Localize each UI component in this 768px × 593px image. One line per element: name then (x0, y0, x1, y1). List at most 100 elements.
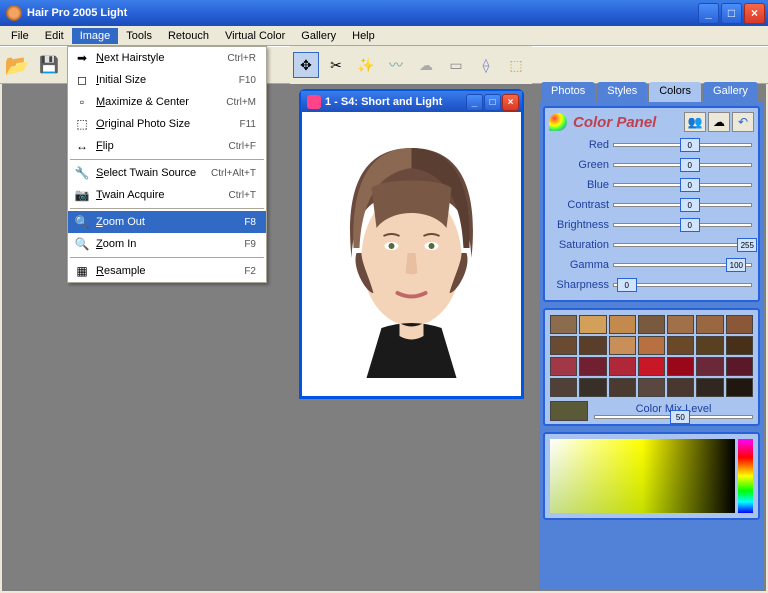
slider-label: Brightness (549, 219, 613, 231)
menu-item-select-twain-source[interactable]: 🔧Select Twain SourceCtrl+Alt+T (68, 162, 266, 184)
child-close-button[interactable]: × (502, 94, 519, 111)
menu-item-zoom-in[interactable]: 🔍Zoom InF9 (68, 233, 266, 255)
cloud-tool-button[interactable]: ☁ (413, 52, 439, 78)
gradient-box (543, 432, 760, 520)
menu-virtual-color[interactable]: Virtual Color (217, 28, 293, 44)
menu-item-next-hairstyle[interactable]: ➡Next HairstyleCtrl+R (68, 47, 266, 69)
slider-thumb[interactable]: 0 (680, 198, 700, 212)
color-swatch[interactable] (550, 336, 577, 355)
menu-item-label: Initial Size (96, 74, 239, 86)
save-button[interactable]: 💾 (35, 51, 63, 79)
menu-tools[interactable]: Tools (118, 28, 160, 44)
color-swatch[interactable] (550, 315, 577, 334)
slider-thumb[interactable]: 0 (680, 158, 700, 172)
color-swatch[interactable] (550, 378, 577, 397)
slider-thumb[interactable]: 255 (737, 238, 757, 252)
child-window[interactable]: 1 - S4: Short and Light _ □ × (299, 89, 524, 399)
color-gradient-picker[interactable] (550, 439, 735, 513)
color-swatch[interactable] (696, 315, 723, 334)
close-button[interactable]: × (744, 3, 765, 24)
menu-item-flip[interactable]: ↔FlipCtrl+F (68, 135, 266, 157)
slider-thumb[interactable]: 100 (726, 258, 746, 272)
color-swatch[interactable] (638, 315, 665, 334)
color-swatch[interactable] (609, 357, 636, 376)
child-maximize-button[interactable]: □ (484, 94, 501, 111)
undo-button[interactable]: ↶ (732, 112, 754, 132)
minimize-button[interactable]: _ (698, 3, 719, 24)
adjust-tool-button[interactable]: ⟠ (473, 52, 499, 78)
color-swatch[interactable] (726, 378, 753, 397)
mix-slider[interactable]: 50 (594, 415, 753, 419)
toggle-button-2[interactable]: ☁ (708, 112, 730, 132)
cut-tool-button[interactable]: ✂ (323, 52, 349, 78)
move-tool-button[interactable]: ✥ (293, 52, 319, 78)
slider-thumb[interactable]: 0 (680, 138, 700, 152)
select-tool-button[interactable]: ⬚ (503, 52, 529, 78)
color-swatch[interactable] (609, 336, 636, 355)
slider-brightness[interactable]: 0 (613, 223, 752, 227)
menu-edit[interactable]: Edit (37, 28, 72, 44)
color-swatch[interactable] (667, 357, 694, 376)
color-swatch[interactable] (638, 378, 665, 397)
slider-thumb[interactable]: 0 (680, 178, 700, 192)
color-swatch[interactable] (667, 378, 694, 397)
lasso-tool-button[interactable]: 〰 (383, 52, 409, 78)
menu-item-zoom-out[interactable]: 🔍Zoom OutF8 (68, 211, 266, 233)
menu-item-resample[interactable]: ▦ResampleF2 (68, 260, 266, 282)
wand-tool-button[interactable]: ✨ (353, 52, 379, 78)
menu-item-shortcut: F2 (244, 266, 262, 277)
slider-gamma[interactable]: 100 (613, 263, 752, 267)
menu-item-original-photo-size[interactable]: ⬚Original Photo SizeF11 (68, 113, 266, 135)
color-swatch[interactable] (550, 357, 577, 376)
menu-gallery[interactable]: Gallery (293, 28, 344, 44)
tab-colors[interactable]: Colors (649, 82, 701, 102)
tab-gallery[interactable]: Gallery (703, 82, 758, 102)
color-swatch[interactable] (638, 357, 665, 376)
rect-tool-button[interactable]: ▭ (443, 52, 469, 78)
slider-contrast[interactable]: 0 (613, 203, 752, 207)
color-swatch[interactable] (696, 378, 723, 397)
slider-blue[interactable]: 0 (613, 183, 752, 187)
child-titlebar[interactable]: 1 - S4: Short and Light _ □ × (301, 91, 522, 113)
menu-image[interactable]: Image (72, 28, 119, 44)
color-swatch[interactable] (579, 378, 606, 397)
slider-row-blue: Blue0 (549, 176, 754, 194)
menu-item-twain-acquire[interactable]: 📷Twain AcquireCtrl+T (68, 184, 266, 206)
swatch-grid (550, 315, 753, 397)
slider-thumb[interactable]: 0 (680, 218, 700, 232)
toggle-button-1[interactable]: 👥 (684, 112, 706, 132)
slider-thumb[interactable]: 0 (617, 278, 637, 292)
slider-saturation[interactable]: 255 (613, 243, 752, 247)
menu-file[interactable]: File (3, 28, 37, 44)
color-swatch[interactable] (609, 378, 636, 397)
slider-red[interactable]: 0 (613, 143, 752, 147)
hue-bar[interactable] (738, 439, 753, 513)
menu-retouch[interactable]: Retouch (160, 28, 217, 44)
mix-slider-thumb[interactable]: 50 (670, 410, 690, 424)
tab-photos[interactable]: Photos (541, 82, 595, 102)
slider-green[interactable]: 0 (613, 163, 752, 167)
color-swatch[interactable] (667, 315, 694, 334)
slider-sharpness[interactable]: 0 (613, 283, 752, 287)
color-swatch[interactable] (579, 357, 606, 376)
color-swatch[interactable] (696, 357, 723, 376)
color-swatch[interactable] (667, 336, 694, 355)
open-button[interactable]: 📂 (3, 51, 31, 79)
color-swatch[interactable] (696, 336, 723, 355)
color-swatch[interactable] (579, 336, 606, 355)
toolbar-tools: ✥ ✂ ✨ 〰 ☁ ▭ ⟠ ⬚ (290, 46, 532, 84)
menu-help[interactable]: Help (344, 28, 383, 44)
mix-preview[interactable] (550, 401, 588, 421)
color-swatch[interactable] (726, 336, 753, 355)
color-swatch[interactable] (609, 315, 636, 334)
maximize-button[interactable]: □ (721, 3, 742, 24)
menu-item-initial-size[interactable]: ◻Initial SizeF10 (68, 69, 266, 91)
child-minimize-button[interactable]: _ (466, 94, 483, 111)
menu-item-maximize-center[interactable]: ▫Maximize & CenterCtrl+M (68, 91, 266, 113)
color-swatch[interactable] (638, 336, 665, 355)
color-swatch[interactable] (726, 315, 753, 334)
color-panel-box: Color Panel 👥 ☁ ↶ Red0Green0Blue0Contras… (543, 106, 760, 302)
color-swatch[interactable] (726, 357, 753, 376)
color-swatch[interactable] (579, 315, 606, 334)
tab-styles[interactable]: Styles (597, 82, 647, 102)
